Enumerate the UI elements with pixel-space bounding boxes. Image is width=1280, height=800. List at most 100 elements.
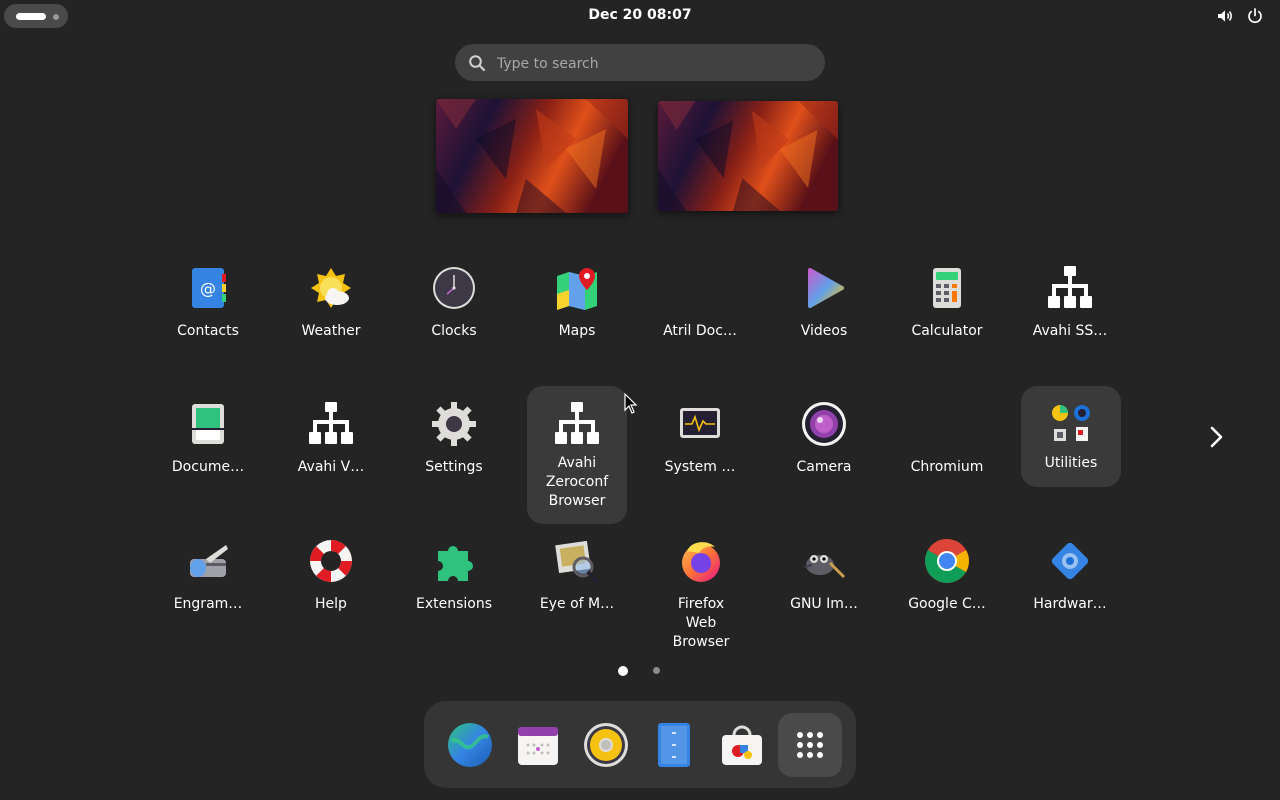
puzzle-icon: [430, 537, 478, 585]
volume-icon[interactable]: [1216, 7, 1234, 25]
camera-icon: [800, 400, 848, 448]
chevron-right-icon: [1210, 426, 1223, 448]
app-label: Videos: [800, 323, 848, 339]
network-icon: [307, 400, 355, 448]
app-label: GNU Im…: [790, 596, 858, 612]
firefox-icon: [677, 537, 725, 585]
app-label: System …: [664, 459, 736, 475]
app-gnu-image-manipulation-program[interactable]: GNU Im…: [774, 527, 874, 663]
globe-icon: [448, 723, 492, 767]
app-label: Chromium: [910, 459, 984, 475]
search-bar[interactable]: [455, 44, 825, 83]
app-label: Clocks: [431, 323, 477, 339]
app-label: Extensions: [415, 596, 493, 612]
gear-icon: [430, 400, 478, 448]
mouse-pointer-icon: [624, 393, 638, 414]
app-videos[interactable]: Videos: [774, 254, 874, 390]
workspace-thumbnail-2[interactable]: [658, 101, 838, 211]
app-atril-document-viewer[interactable]: Atril Doc…: [650, 254, 750, 390]
app-contacts[interactable]: @ Contacts: [158, 254, 258, 390]
dash-item-software[interactable]: [710, 713, 774, 777]
chromium-icon: [923, 400, 971, 448]
app-label: Weather: [301, 323, 361, 339]
document-scanner-icon: [184, 400, 232, 448]
app-label: Eye of M…: [539, 596, 615, 612]
folder-utilities[interactable]: Utilities: [1021, 386, 1121, 487]
workspace-thumbnail-1[interactable]: [436, 99, 628, 213]
app-eye-of-mate[interactable]: Eye of M…: [527, 527, 627, 663]
app-google-chrome[interactable]: Google C…: [897, 527, 997, 663]
app-label: Maps: [558, 323, 596, 339]
calculator-icon: [923, 264, 971, 312]
speaker-icon: [584, 723, 628, 767]
workspace-indicator-active: [16, 13, 46, 20]
app-label: Firefox Web Browser: [672, 596, 730, 650]
hardware-icon: [1046, 537, 1094, 585]
app-camera[interactable]: Camera: [774, 390, 874, 526]
app-engrampa[interactable]: Engram…: [158, 527, 258, 663]
activities-button[interactable]: [4, 4, 68, 28]
app-label: Avahi Zeroconf Browser: [545, 455, 609, 509]
app-label: Hardwar…: [1033, 596, 1107, 612]
dash-item-rhythmbox[interactable]: [574, 713, 638, 777]
app-extensions[interactable]: Extensions: [404, 527, 504, 663]
engrampa-icon: [184, 537, 232, 585]
app-firefox-web-browser[interactable]: Firefox Web Browser: [651, 527, 751, 663]
next-page-button[interactable]: [1202, 422, 1232, 452]
app-hardware[interactable]: Hardwar…: [1020, 527, 1120, 663]
contacts-icon: @: [184, 264, 232, 312]
app-avahi-zeroconf-browser[interactable]: Avahi Zeroconf Browser: [527, 386, 627, 524]
app-label: Settings: [425, 459, 483, 475]
workspace-indicator-inactive: [53, 14, 59, 20]
show-apps-button[interactable]: [778, 713, 842, 777]
app-label: Atril Doc…: [663, 323, 737, 339]
atril-document-viewer-icon: [676, 264, 724, 312]
maps-icon: [553, 264, 601, 312]
dash-item-text-editor[interactable]: [642, 713, 706, 777]
videos-icon: [800, 264, 848, 312]
weather-icon: [307, 264, 355, 312]
app-label: Camera: [796, 459, 852, 475]
app-weather[interactable]: Weather: [281, 254, 381, 390]
app-chromium[interactable]: Chromium: [897, 390, 997, 526]
top-bar: Dec 20 08:07: [0, 0, 1280, 32]
page-indicator-1[interactable]: [618, 666, 628, 676]
app-label: Help: [315, 596, 347, 612]
image-viewer-icon: [553, 537, 601, 585]
dash-item-web-browser[interactable]: [438, 713, 502, 777]
system-monitor-icon: [676, 400, 724, 448]
app-label: Contacts: [177, 323, 239, 339]
app-help[interactable]: Help: [281, 527, 381, 663]
app-document-scanner[interactable]: Docume…: [158, 390, 258, 526]
dash: [424, 701, 856, 788]
app-calculator[interactable]: Calculator: [897, 254, 997, 390]
svg-text:@: @: [200, 279, 216, 298]
app-clocks[interactable]: Clocks: [404, 254, 504, 390]
page-indicator-2[interactable]: [653, 667, 660, 674]
clocks-icon: [430, 264, 478, 312]
text-editor-icon: [658, 723, 690, 767]
app-label: Engram…: [173, 596, 243, 612]
app-maps[interactable]: Maps: [527, 254, 627, 390]
app-label: Avahi V…: [297, 459, 365, 475]
dash-item-calendar[interactable]: [506, 713, 570, 777]
app-settings[interactable]: Settings: [404, 390, 504, 526]
app-system-monitor[interactable]: System …: [650, 390, 750, 526]
gimp-icon: [800, 537, 848, 585]
app-label: Google C…: [908, 596, 986, 612]
app-label: Avahi SS…: [1032, 323, 1108, 339]
chrome-icon: [923, 537, 971, 585]
app-grid-icon: [797, 732, 823, 758]
app-avahi-vnc-server-browser[interactable]: Avahi V…: [281, 390, 381, 526]
search-icon: [468, 54, 486, 72]
calendar-icon: [518, 727, 558, 765]
power-icon[interactable]: [1246, 7, 1264, 25]
app-label: Docume…: [171, 459, 245, 475]
app-label: Utilities: [1044, 455, 1098, 471]
search-input[interactable]: [495, 44, 809, 83]
app-label: Calculator: [911, 323, 983, 339]
network-icon: [1046, 264, 1094, 312]
app-avahi-ssh-server-browser[interactable]: Avahi SS…: [1020, 254, 1120, 390]
utilities-folder-icon: [1047, 400, 1095, 448]
clock-datetime[interactable]: Dec 20 08:07: [540, 0, 740, 32]
